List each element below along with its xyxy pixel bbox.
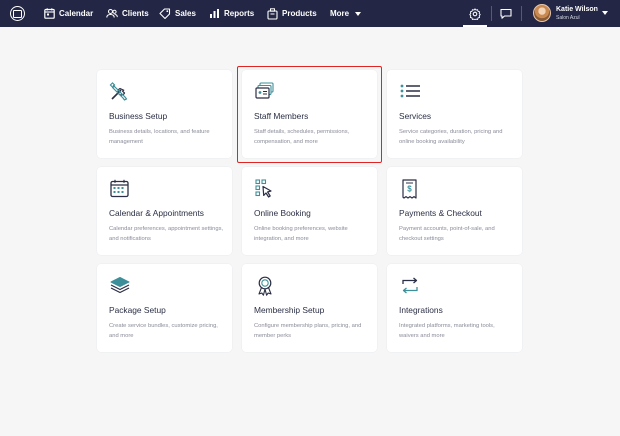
products-icon <box>267 7 278 20</box>
card-integrations[interactable]: Integrations Integrated platforms, marke… <box>387 264 522 352</box>
chevron-down-icon <box>355 11 362 16</box>
cursor-grid-icon <box>255 179 272 198</box>
nav-sales[interactable]: Sales <box>159 0 196 27</box>
card-title: Membership Setup <box>254 305 325 315</box>
nav-products-label: Products <box>282 9 317 18</box>
clients-icon <box>106 8 118 18</box>
card-description: Staff details, schedules, permissions, c… <box>254 129 350 145</box>
nav-reports-label: Reports <box>224 9 255 18</box>
award-icon <box>258 276 272 296</box>
list-icon <box>400 84 420 98</box>
nav-more[interactable]: More <box>330 0 362 27</box>
gear-icon <box>469 7 481 20</box>
card-title: Staff Members <box>254 111 309 121</box>
nav-reports[interactable]: Reports <box>209 0 254 27</box>
card-membership-setup[interactable]: Membership Setup Configure membership pl… <box>242 264 377 352</box>
avatar[interactable] <box>533 4 551 22</box>
receipt-icon: $ <box>402 179 417 199</box>
card-package-setup[interactable]: Package Setup Create service bundles, cu… <box>97 264 232 352</box>
card-description: Service categories, duration, pricing an… <box>399 129 503 145</box>
bar-chart-icon <box>210 9 219 18</box>
card-payments-checkout[interactable]: $ Payments & Checkout Payment accounts, … <box>387 167 522 255</box>
card-staff-members[interactable]: Staff Members Staff details, schedules, … <box>242 70 377 158</box>
card-title: Calendar & Appointments <box>109 208 204 218</box>
sync-icon <box>402 277 418 294</box>
card-business-setup[interactable]: Business Setup Business details, locatio… <box>97 70 232 158</box>
nav-clients[interactable]: Clients <box>106 0 149 27</box>
card-description: Payment accounts, point-of-sale, and che… <box>399 226 495 242</box>
calendar-icon <box>44 8 55 19</box>
card-calendar-appointments[interactable]: Calendar & Appointments Calendar prefere… <box>97 167 232 255</box>
nav-calendar[interactable]: Calendar <box>44 0 93 27</box>
calendar-grid-icon <box>110 179 129 198</box>
tools-icon <box>109 82 128 101</box>
nav-divider <box>491 6 492 21</box>
staff-badges-icon <box>255 82 274 99</box>
card-description: Business details, locations, and feature… <box>109 129 210 145</box>
card-description: Online booking preferences, website inte… <box>254 226 348 242</box>
card-title: Payments & Checkout <box>399 208 482 218</box>
nav-products[interactable]: Products <box>267 0 317 27</box>
top-nav-bar: Calendar Clients Sales Reports Products … <box>0 0 620 27</box>
settings-gear-button[interactable] <box>463 0 487 27</box>
app-logo-icon[interactable] <box>10 6 25 21</box>
card-title: Integrations <box>399 305 443 315</box>
card-description: Calendar preferences, appointment settin… <box>109 226 224 242</box>
nav-clients-label: Clients <box>122 9 149 18</box>
chat-bubble-icon <box>500 8 512 19</box>
card-title: Online Booking <box>254 208 311 218</box>
nav-calendar-label: Calendar <box>59 9 94 18</box>
card-title: Package Setup <box>109 305 166 315</box>
nav-more-label: More <box>330 9 350 18</box>
card-online-booking[interactable]: Online Booking Online booking preference… <box>242 167 377 255</box>
card-description: Integrated platforms, marketing tools, w… <box>399 323 495 339</box>
card-description: Create service bundles, customize pricin… <box>109 323 218 339</box>
card-title: Business Setup <box>109 111 168 121</box>
card-title: Services <box>399 111 432 121</box>
card-description: Configure membership plans, pricing, and… <box>254 323 362 339</box>
messages-button[interactable] <box>500 0 512 27</box>
user-location: Salon Azul <box>556 15 580 21</box>
svg-text:$: $ <box>407 185 412 194</box>
nav-sales-label: Sales <box>175 9 196 18</box>
nav-divider <box>521 6 522 21</box>
user-menu-chevron-icon[interactable] <box>602 11 608 15</box>
tag-icon <box>159 8 171 19</box>
layers-icon <box>110 277 130 294</box>
card-services[interactable]: Services Service categories, duration, p… <box>387 70 522 158</box>
user-name[interactable]: Katie Wilson <box>556 6 598 13</box>
